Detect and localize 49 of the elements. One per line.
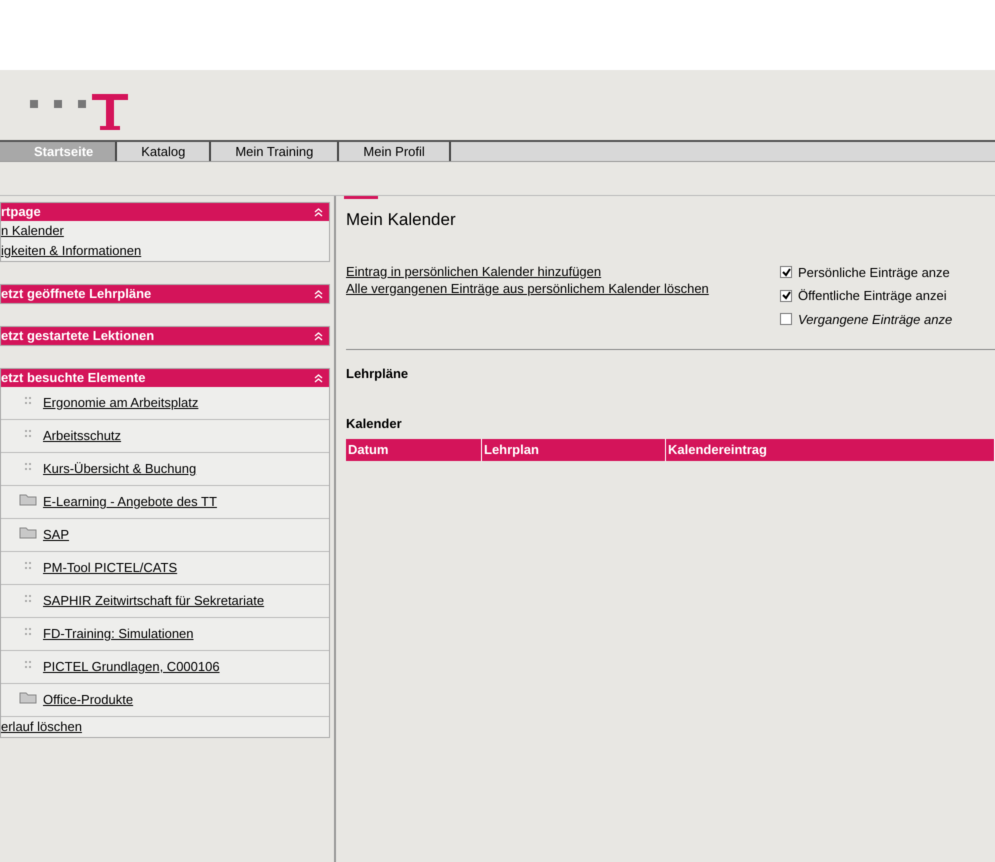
column-header: Kalendereintrag bbox=[666, 439, 995, 461]
page-title: Mein Kalender bbox=[346, 209, 457, 231]
checkbox-label: Öffentliche Einträge anzei bbox=[798, 287, 947, 305]
drag-dots-icon bbox=[25, 561, 31, 571]
panel-title: rtpage bbox=[1, 203, 41, 222]
panel-header[interactable]: etzt gestartete Lektionen bbox=[1, 327, 329, 345]
sidebar-link[interactable]: n Kalender bbox=[1, 221, 231, 241]
sidebar-link[interactable]: Ergonomie am Arbeitsplatz bbox=[43, 393, 273, 413]
section-heading: Lehrpläne bbox=[346, 365, 410, 383]
sidebar-link[interactable]: FD-Training: Simulationen bbox=[43, 624, 273, 644]
sidebar-link[interactable]: igkeiten & Informationen bbox=[1, 241, 231, 261]
sidebar-link[interactable]: PM-Tool PICTEL/CATS bbox=[43, 558, 273, 578]
checkbox[interactable] bbox=[780, 290, 792, 302]
drag-dots-icon bbox=[25, 594, 31, 604]
panel-header[interactable]: rtpage bbox=[1, 203, 329, 221]
panel-title: etzt geöffnete Lehrpläne bbox=[1, 285, 152, 304]
sidebar-link[interactable]: SAPHIR Zeitwirtschaft für Sekretariate bbox=[43, 591, 273, 611]
panel-title: etzt gestartete Lektionen bbox=[1, 327, 154, 346]
folder-icon bbox=[19, 690, 37, 704]
sidebar-link[interactable]: Kurs-Übersicht & Buchung bbox=[43, 459, 273, 479]
panel-header[interactable]: etzt besuchte Elemente bbox=[1, 369, 329, 387]
calendar-link[interactable]: Alle vergangenen Einträge aus persönlichem Kalender löschen bbox=[346, 280, 746, 296]
folder-icon bbox=[19, 492, 37, 506]
sidebar-link[interactable]: Office-Produkte bbox=[43, 690, 273, 710]
folder-icon bbox=[19, 525, 37, 539]
panel-title: etzt besuchte Elemente bbox=[1, 369, 146, 388]
collapse-icon[interactable] bbox=[314, 374, 323, 382]
panel-header[interactable]: etzt geöffnete Lehrpläne bbox=[1, 285, 329, 303]
checkbox-label: Vergangene Einträge anze bbox=[798, 310, 952, 329]
checkbox-label: Persönliche Einträge anze bbox=[798, 264, 950, 282]
collapse-icon[interactable] bbox=[314, 290, 323, 298]
checkbox[interactable] bbox=[780, 266, 792, 278]
sidebar-link[interactable]: E-Learning - Angebote des TT bbox=[43, 492, 273, 512]
drag-dots-icon bbox=[25, 429, 31, 439]
calendar-link[interactable]: Eintrag in persönlichen Kalender hinzufügen bbox=[346, 262, 746, 280]
section-heading: Kalender bbox=[346, 414, 403, 432]
column-header: Lehrplan bbox=[482, 439, 666, 461]
drag-dots-icon bbox=[25, 660, 31, 670]
drag-dots-icon bbox=[25, 462, 31, 472]
column-header: Datum bbox=[346, 439, 482, 461]
sidebar-link[interactable]: PICTEL Grundlagen, C000106 bbox=[43, 657, 273, 677]
drag-dots-icon bbox=[25, 396, 31, 406]
sidebar-link[interactable]: SAP bbox=[43, 525, 273, 545]
sidebar-link[interactable]: Arbeitsschutz bbox=[43, 426, 273, 446]
drag-dots-icon bbox=[25, 627, 31, 637]
sidebar-link[interactable]: erlauf löschen bbox=[1, 717, 231, 737]
collapse-icon[interactable] bbox=[314, 208, 323, 216]
checkbox[interactable] bbox=[780, 313, 792, 326]
collapse-icon[interactable] bbox=[314, 332, 323, 340]
